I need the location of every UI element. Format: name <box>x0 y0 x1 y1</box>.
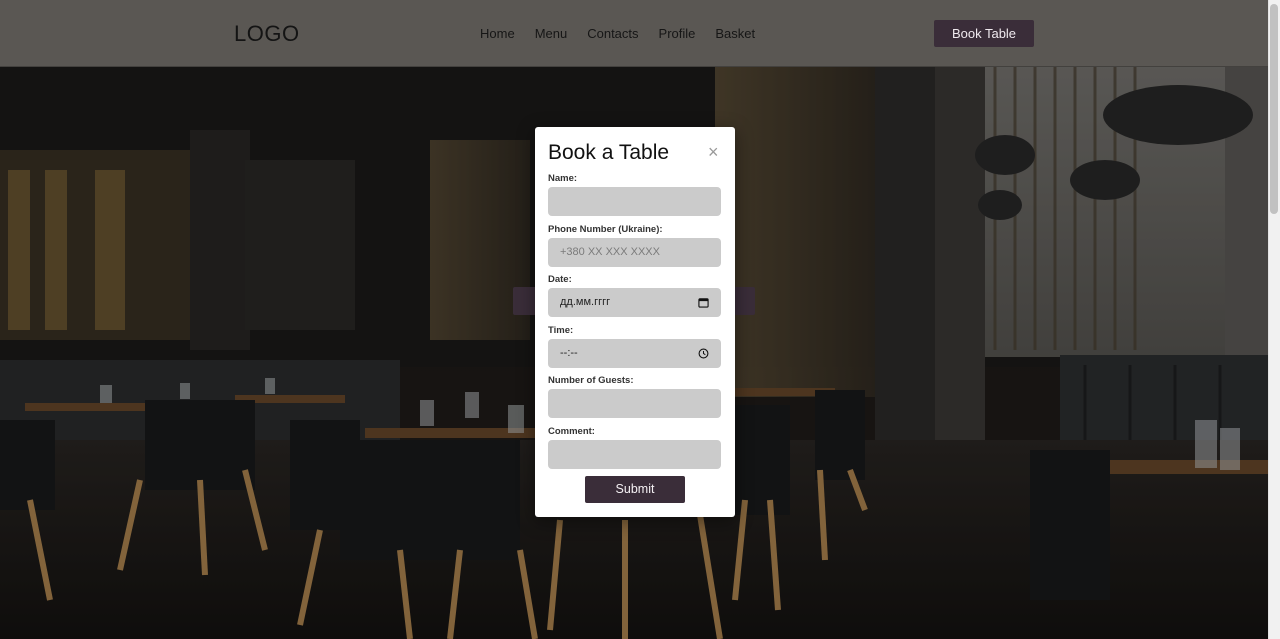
scrollbar-thumb[interactable] <box>1270 4 1278 214</box>
time-input[interactable]: --:-- <box>548 339 721 368</box>
date-label: Date: <box>548 274 572 285</box>
calendar-icon[interactable] <box>698 297 709 308</box>
main-nav: Home Menu Contacts Profile Basket <box>480 26 775 41</box>
nav-basket[interactable]: Basket <box>715 26 755 41</box>
phone-input[interactable]: +380 XX XXX XXXX <box>548 238 721 267</box>
book-table-modal: Book a Table × Name: Phone Number (Ukrai… <box>535 127 735 517</box>
date-placeholder: дд.мм.гггг <box>560 296 611 308</box>
phone-label: Phone Number (Ukraine): <box>548 224 663 235</box>
guests-label: Number of Guests: <box>548 375 634 386</box>
comment-input[interactable] <box>548 440 721 469</box>
name-input[interactable] <box>548 187 721 216</box>
close-icon[interactable]: × <box>708 143 719 161</box>
nav-contacts[interactable]: Contacts <box>587 26 638 41</box>
submit-button[interactable]: Submit <box>585 476 685 503</box>
name-label: Name: <box>548 173 578 184</box>
comment-label: Comment: <box>548 426 595 437</box>
time-placeholder: --:-- <box>560 347 578 359</box>
logo[interactable]: LOGO <box>234 21 300 47</box>
nav-profile[interactable]: Profile <box>659 26 696 41</box>
nav-menu[interactable]: Menu <box>535 26 568 41</box>
clock-icon[interactable] <box>698 348 709 359</box>
modal-title: Book a Table <box>548 141 670 164</box>
page-scrollbar[interactable] <box>1268 0 1280 639</box>
book-table-button[interactable]: Book Table <box>934 20 1034 47</box>
guests-input[interactable] <box>548 389 721 418</box>
nav-home[interactable]: Home <box>480 26 515 41</box>
date-input[interactable]: дд.мм.гггг <box>548 288 721 317</box>
time-label: Time: <box>548 325 574 336</box>
site-header: LOGO Home Menu Contacts Profile Basket B… <box>0 0 1268 67</box>
